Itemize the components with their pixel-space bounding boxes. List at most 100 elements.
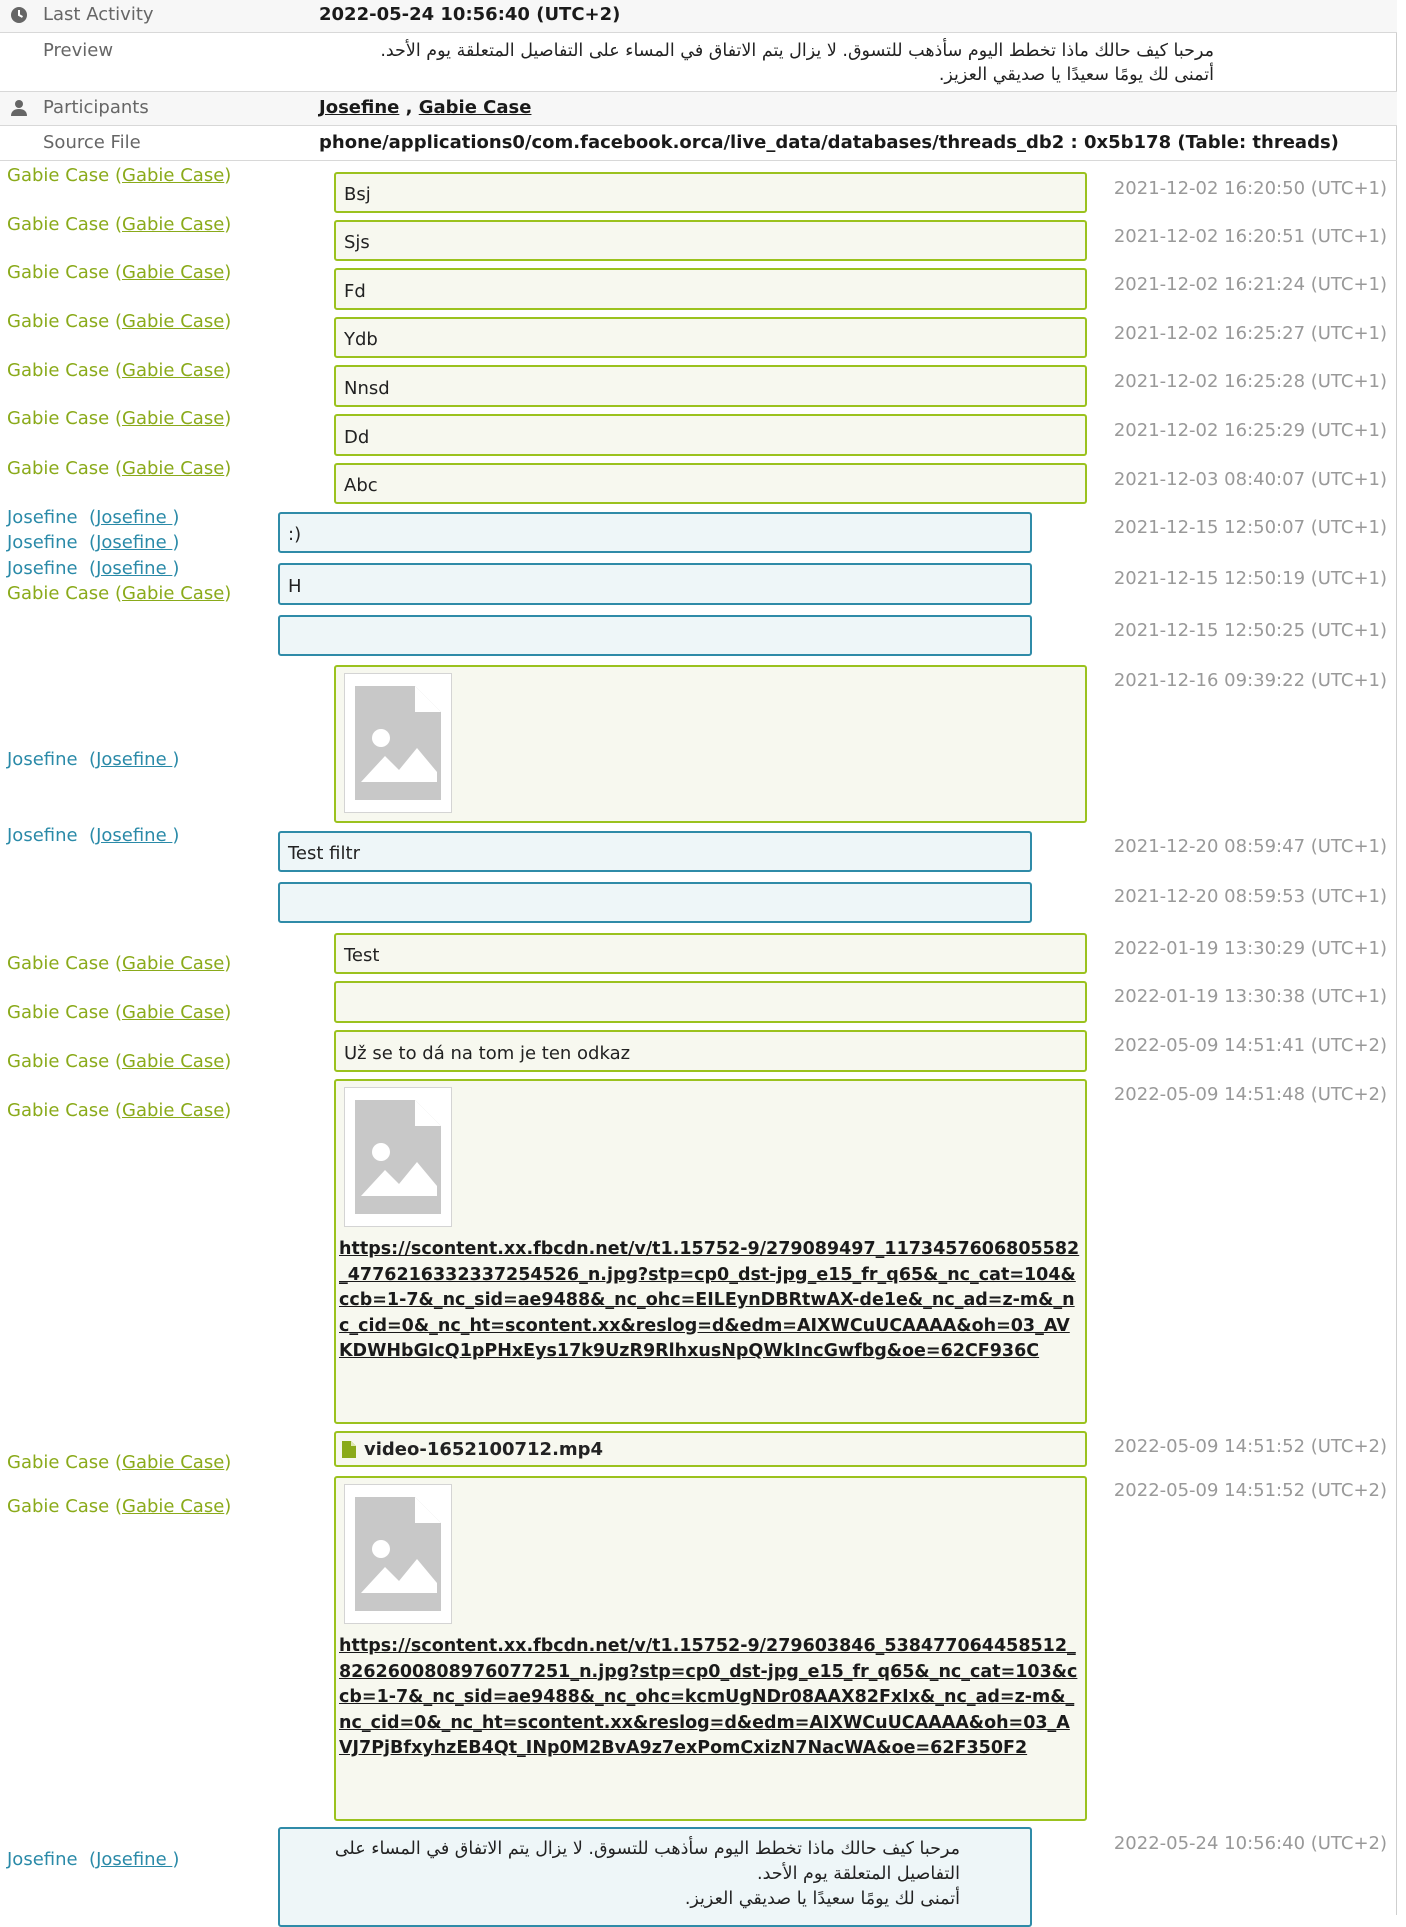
image-placeholder-icon[interactable]	[344, 673, 452, 813]
preview-row: Preview مرحبا كيف حالك ماذا تخطط اليوم س…	[0, 33, 1397, 92]
message-bubble-file: video-1652100712.mp4	[334, 1431, 1087, 1467]
preview-text: مرحبا كيف حالك ماذا تخطط اليوم سأذهب للت…	[319, 39, 1214, 87]
message-timestamp: 2022-05-09 14:51:48 (UTC+2)	[1113, 1084, 1387, 1105]
sender-link[interactable]: Josefine	[96, 749, 172, 770]
source-file-value: phone/applications0/com.facebook.orca/li…	[319, 132, 1339, 153]
message-timestamp: 2022-05-09 14:51:41 (UTC+2)	[1113, 1035, 1387, 1056]
message-line: التفاصيل المتعلقة يوم الأحد.	[757, 1864, 960, 1884]
participants-label: Participants	[43, 97, 149, 118]
sender-gabie: Gabie Case (Gabie Case)	[7, 311, 232, 332]
participants-value: Josefine , Gabie Case	[319, 97, 531, 118]
preview-line-1: مرحبا كيف حالك ماذا تخطط اليوم سأذهب للت…	[380, 41, 1214, 61]
message-bubble-image	[334, 665, 1087, 823]
message-text: Ydb	[344, 329, 378, 350]
sender-link[interactable]: Gabie Case	[122, 458, 224, 479]
message-bubble: Bsj	[334, 172, 1087, 213]
message-text: Už se to dá na tom je ten odkaz	[344, 1043, 631, 1064]
sender-link[interactable]: Josefine	[96, 507, 172, 528]
sender-josefine: Josefine (Josefine )	[7, 825, 180, 846]
sender-gabie: Gabie Case (Gabie Case)	[7, 408, 232, 429]
image-placeholder-icon[interactable]	[344, 1087, 452, 1227]
sender-link[interactable]: Josefine	[96, 825, 172, 846]
message-bubble-image-link: https://scontent.xx.fbcdn.net/v/t1.15752…	[334, 1079, 1087, 1424]
message-text: H	[288, 576, 302, 597]
message-bubble-empty	[278, 615, 1032, 656]
sender-link[interactable]: Gabie Case	[122, 1100, 224, 1121]
message-bubble: Nnsd	[334, 365, 1087, 407]
message-text: Dd	[344, 427, 370, 448]
message-text: Test filtr	[288, 843, 360, 864]
message-timestamp: 2021-12-02 16:20:50 (UTC+1)	[1113, 178, 1387, 199]
message-text: Fd	[344, 281, 366, 302]
sender-josefine: Josefine (Josefine )	[7, 532, 180, 553]
message-text: Sjs	[344, 232, 370, 253]
file-icon	[342, 1440, 356, 1458]
sender-gabie: Gabie Case (Gabie Case)	[7, 583, 232, 604]
sender-link[interactable]: Gabie Case	[122, 311, 224, 332]
message-bubble: :)	[278, 512, 1032, 553]
message-line: مرحبا كيف حالك ماذا تخطط اليوم سأذهب للت…	[334, 1839, 960, 1859]
participant-link-gabie[interactable]: Gabie Case	[419, 97, 532, 118]
message-bubble: Fd	[334, 268, 1087, 310]
participant-link-josefine[interactable]: Josefine	[319, 97, 399, 118]
image-placeholder-icon[interactable]	[344, 1484, 452, 1624]
message-bubble: Sjs	[334, 220, 1087, 261]
sender-gabie: Gabie Case (Gabie Case)	[7, 458, 232, 479]
message-timestamp: 2022-05-09 14:51:52 (UTC+2)	[1113, 1436, 1387, 1457]
message-bubble-empty	[278, 882, 1032, 923]
message-timestamp: 2022-05-09 14:51:52 (UTC+2)	[1113, 1480, 1387, 1501]
message-timestamp: 2021-12-15 12:50:19 (UTC+1)	[1113, 568, 1387, 589]
message-timestamp: 2021-12-15 12:50:25 (UTC+1)	[1113, 620, 1387, 641]
sender-link[interactable]: Gabie Case	[122, 1051, 224, 1072]
message-bubble: Test	[334, 933, 1087, 974]
source-file-row: Source File phone/applications0/com.face…	[0, 126, 1397, 161]
sender-link[interactable]: Gabie Case	[122, 262, 224, 283]
sender-link[interactable]: Gabie Case	[122, 1452, 224, 1473]
source-file-label: Source File	[43, 132, 141, 153]
sender-link[interactable]: Gabie Case	[122, 583, 224, 604]
message-timestamp: 2022-01-19 13:30:29 (UTC+1)	[1113, 938, 1387, 959]
sender-link[interactable]: Gabie Case	[122, 408, 224, 429]
participant-separator: ,	[399, 97, 419, 118]
image-url-link[interactable]: https://scontent.xx.fbcdn.net/v/t1.15752…	[339, 1634, 1082, 1762]
image-url-link[interactable]: https://scontent.xx.fbcdn.net/v/t1.15752…	[339, 1237, 1082, 1365]
message-timestamp: 2022-05-24 10:56:40 (UTC+2)	[1113, 1833, 1387, 1854]
file-name[interactable]: video-1652100712.mp4	[364, 1439, 603, 1460]
sender-gabie: Gabie Case (Gabie Case)	[7, 1002, 232, 1023]
message-timestamp: 2021-12-02 16:21:24 (UTC+1)	[1113, 274, 1387, 295]
message-timestamp: 2021-12-02 16:25:27 (UTC+1)	[1113, 323, 1387, 344]
sender-gabie: Gabie Case (Gabie Case)	[7, 360, 232, 381]
sender-link[interactable]: Josefine	[96, 558, 172, 579]
sender-josefine: Josefine (Josefine )	[7, 507, 180, 528]
sender-gabie: Gabie Case (Gabie Case)	[7, 1100, 232, 1121]
sender-gabie: Gabie Case (Gabie Case)	[7, 953, 232, 974]
right-border	[1396, 0, 1397, 1915]
sender-josefine: Josefine (Josefine )	[7, 749, 180, 770]
sender-link[interactable]: Gabie Case	[122, 165, 224, 186]
sender-link[interactable]: Gabie Case	[122, 953, 224, 974]
message-bubble: Dd	[334, 414, 1087, 456]
sender-josefine: Josefine (Josefine )	[7, 1849, 180, 1870]
last-activity-label: Last Activity	[43, 4, 154, 25]
sender-gabie: Gabie Case (Gabie Case)	[7, 1051, 232, 1072]
message-bubble: Ydb	[334, 317, 1087, 358]
sender-link[interactable]: Gabie Case	[122, 1496, 224, 1517]
sender-link[interactable]: Gabie Case	[122, 214, 224, 235]
sender-link[interactable]: Gabie Case	[122, 1002, 224, 1023]
message-bubble: Abc	[334, 463, 1087, 504]
sender-link[interactable]: Josefine	[96, 1849, 172, 1870]
sender-link[interactable]: Josefine	[96, 532, 172, 553]
message-bubble-rtl: مرحبا كيف حالك ماذا تخطط اليوم سأذهب للت…	[278, 1827, 1032, 1927]
sender-gabie: Gabie Case (Gabie Case)	[7, 165, 232, 186]
sender-link[interactable]: Gabie Case	[122, 360, 224, 381]
preview-label: Preview	[43, 40, 114, 61]
preview-line-2: أتمنى لك يومًا سعيدًا يا صديقي العزيز.	[938, 65, 1214, 85]
message-bubble-image-link: https://scontent.xx.fbcdn.net/v/t1.15752…	[334, 1476, 1087, 1821]
message-timestamp: 2021-12-20 08:59:47 (UTC+1)	[1113, 836, 1387, 857]
message-timestamp: 2021-12-02 16:25:28 (UTC+1)	[1113, 371, 1387, 392]
message-line: أتمنى لك يومًا سعيدًا يا صديقي العزيز.	[684, 1889, 960, 1909]
message-text: Test	[344, 945, 380, 966]
clock-icon	[11, 7, 27, 23]
message-text: :)	[288, 524, 302, 545]
message-text-rtl: مرحبا كيف حالك ماذا تخطط اليوم سأذهب للت…	[286, 1837, 960, 1912]
